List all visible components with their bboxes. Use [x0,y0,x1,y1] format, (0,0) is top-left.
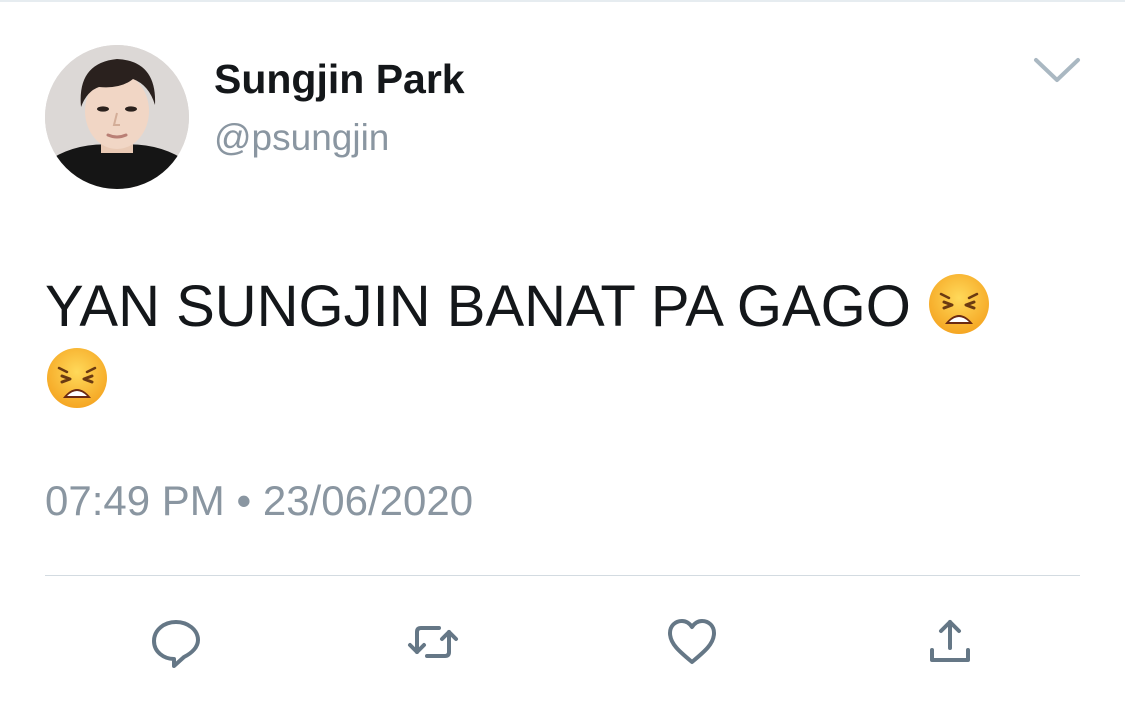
like-icon[interactable] [664,614,720,670]
chevron-down-icon[interactable] [1032,52,1082,86]
divider [45,575,1080,576]
avatar-image [45,45,189,189]
tweet-timestamp: 07:49 PM • 23/06/2020 [45,477,473,525]
tweet-text: YAN SUNGJIN BANAT PA GAGO [45,270,1055,418]
tweet-date: 23/06/2020 [262,477,474,524]
user-handle[interactable]: @psungjin [214,117,389,159]
weary-face-emoji [45,346,109,410]
display-name[interactable]: Sungjin Park [214,56,465,103]
retweet-icon[interactable] [405,614,461,670]
timestamp-separator: • [236,477,252,524]
tweet-body: YAN SUNGJIN BANAT PA GAGO [45,274,911,339]
reply-icon[interactable] [148,614,204,670]
share-icon[interactable] [922,614,978,670]
avatar[interactable] [45,45,189,189]
weary-face-emoji [927,272,991,336]
tweet-time: 07:49 PM [45,477,225,524]
top-border [0,0,1125,2]
